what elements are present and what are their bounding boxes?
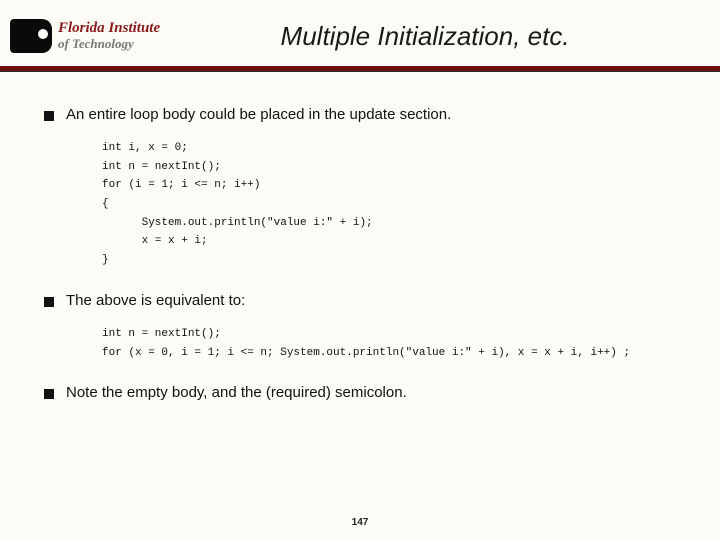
bullet-2: The above is equivalent to:	[44, 292, 692, 309]
logo-line2: of Technology	[58, 37, 160, 51]
bullet-square-icon	[44, 389, 54, 399]
logo-line1: Florida Institute	[58, 21, 160, 37]
code-block-1: int i, x = 0; int n = nextInt(); for (i …	[102, 139, 692, 270]
slide-body: An entire loop body could be placed in t…	[0, 72, 720, 401]
slide-header: Florida Institute of Technology Multiple…	[0, 0, 720, 66]
bullet-square-icon	[44, 111, 54, 121]
bullet-square-icon	[44, 297, 54, 307]
bullet-3-text: Note the empty body, and the (required) …	[66, 384, 407, 401]
panther-icon	[10, 19, 52, 53]
bullet-2-text: The above is equivalent to:	[66, 292, 245, 309]
logo-text: Florida Institute of Technology	[58, 21, 160, 50]
fit-logo: Florida Institute of Technology	[10, 19, 160, 53]
slide-title: Multiple Initialization, etc.	[160, 21, 700, 52]
bullet-1-text: An entire loop body could be placed in t…	[66, 106, 451, 123]
bullet-3: Note the empty body, and the (required) …	[44, 384, 692, 401]
page-number: 147	[0, 517, 720, 528]
bullet-1: An entire loop body could be placed in t…	[44, 106, 692, 123]
code-block-2: int n = nextInt(); for (x = 0, i = 1; i …	[102, 325, 692, 362]
